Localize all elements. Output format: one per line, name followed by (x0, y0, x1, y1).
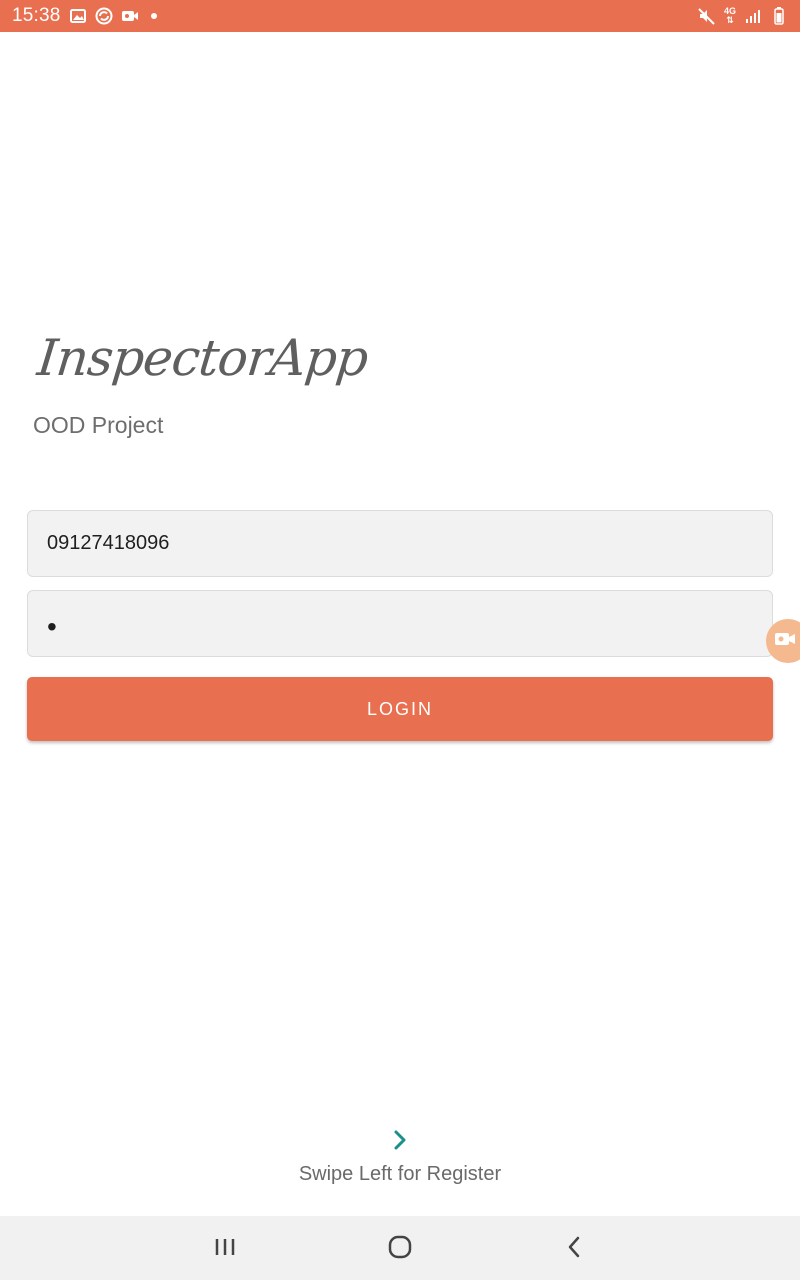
mute-icon (698, 7, 716, 25)
back-icon (563, 1235, 587, 1264)
chevron-right-icon (388, 1128, 412, 1152)
status-bar: 15:38 4G ⇅ (0, 0, 800, 32)
signal-icon (744, 7, 762, 25)
recents-button[interactable] (208, 1232, 242, 1266)
password-input[interactable]: • (27, 590, 773, 657)
sync-icon (95, 7, 113, 25)
login-button[interactable]: LOGIN (27, 677, 773, 741)
login-button-label: LOGIN (366, 698, 433, 719)
home-icon (387, 1234, 413, 1265)
app-subtitle: OOD Project (33, 412, 164, 438)
recents-icon (213, 1236, 237, 1263)
network-4g-icon: 4G ⇅ (724, 7, 736, 25)
gallery-icon (69, 7, 87, 25)
network-arrows: ⇅ (726, 15, 734, 25)
app-logo: InspectorApp (34, 322, 371, 402)
status-right: 4G ⇅ (698, 7, 788, 25)
notification-dot-icon (150, 13, 157, 19)
phone-input[interactable]: 09127418096 (27, 510, 773, 577)
system-nav-bar (0, 1216, 800, 1280)
status-time: 15:38 (12, 5, 61, 26)
home-button[interactable] (383, 1232, 417, 1266)
battery-icon (770, 7, 788, 25)
password-input-value: • (47, 610, 57, 642)
video-camera-icon (774, 631, 796, 652)
status-left: 15:38 (12, 5, 157, 27)
app-logo-text: InspectorApp (34, 329, 371, 387)
screen-record-icon (121, 7, 139, 25)
swipe-register-hint: Swipe Left for Register (298, 1163, 502, 1185)
phone-input-value: 09127418096 (47, 532, 170, 554)
screen-recorder-bubble[interactable] (766, 619, 800, 663)
back-button[interactable] (558, 1232, 592, 1266)
